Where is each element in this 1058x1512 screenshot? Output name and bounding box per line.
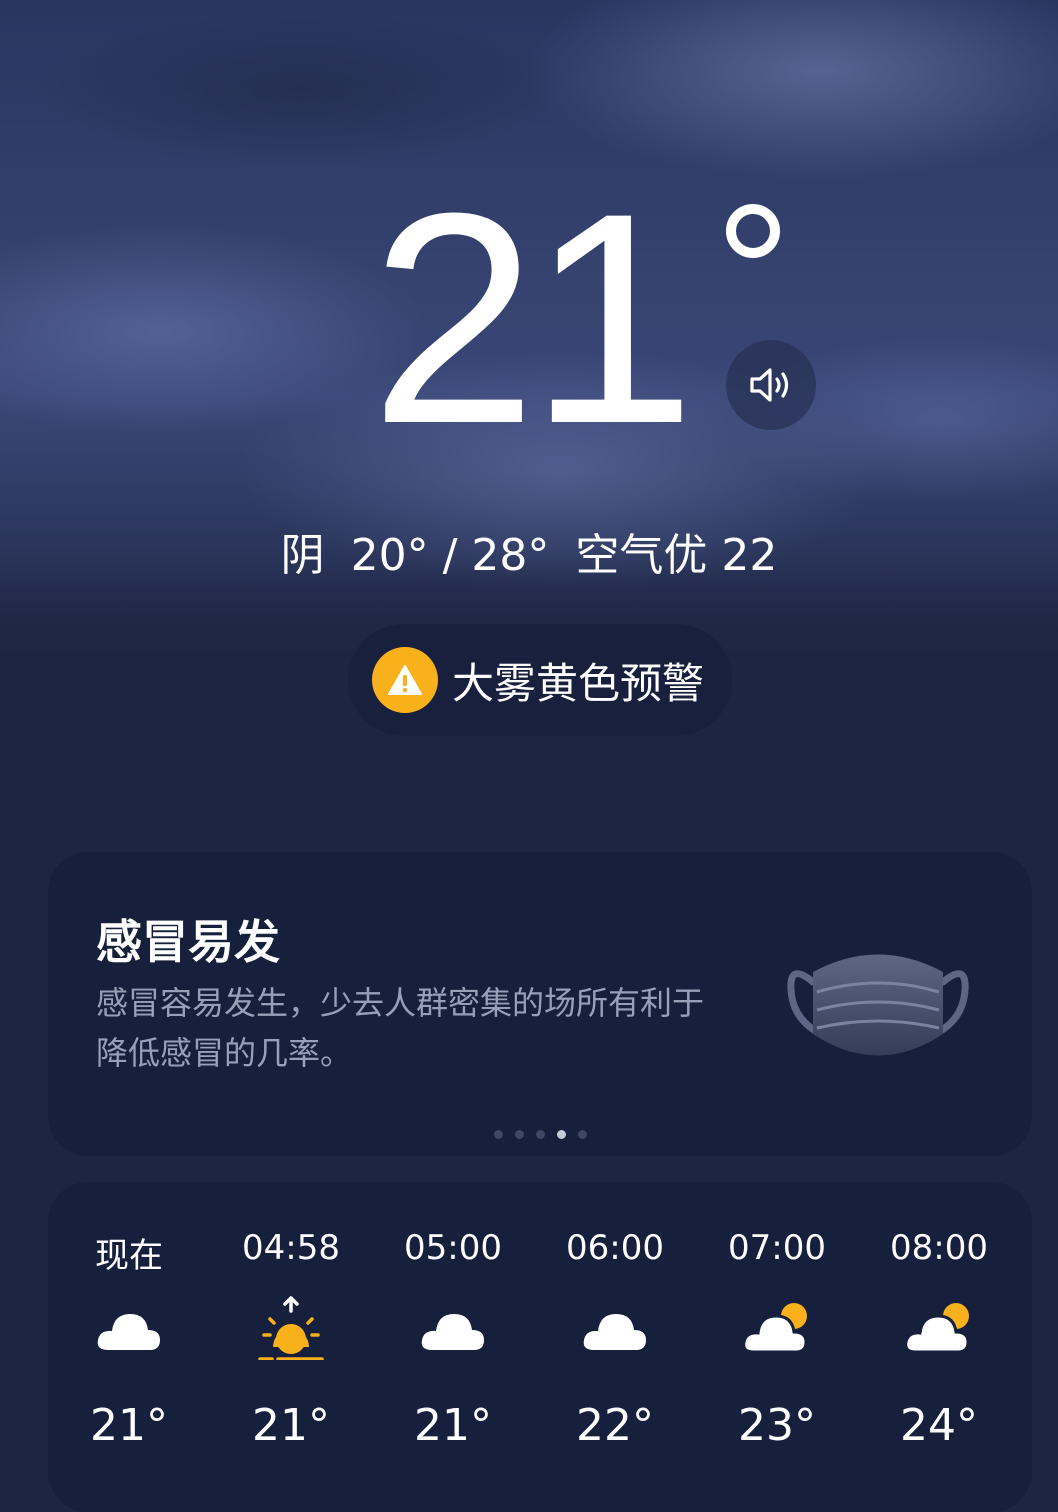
hour-time: 05:00 <box>404 1228 502 1268</box>
face-mask-icon <box>787 954 969 1056</box>
hourly-item: 现在 21° <box>48 1182 210 1512</box>
hour-temperature: 21° <box>414 1400 492 1451</box>
carousel-dot-active <box>556 1130 566 1139</box>
tip-title: 感冒易发 <box>96 915 280 969</box>
carousel-dot <box>493 1130 503 1139</box>
alert-text: 大雾黄色预警 <box>452 658 705 708</box>
hour-time: 06:00 <box>566 1228 664 1268</box>
hourly-item: 07:00 23° <box>696 1182 858 1512</box>
carousel-dot <box>514 1130 524 1139</box>
hourly-item: 04:58 21° <box>210 1182 372 1512</box>
cloud-icon <box>421 1314 484 1350</box>
air-quality[interactable]: 空气优 22 <box>575 530 777 581</box>
tip-description: 感冒容易发生，少去人群密集的场所有利于降低感冒的几率。 <box>96 984 705 1072</box>
hour-time: 现在 <box>95 1236 163 1276</box>
weather-summary: 阴 20° / 28° 空气优 22 <box>0 528 1058 584</box>
hourly-item: 08:00 24° <box>858 1182 1020 1512</box>
hour-temperature: 21° <box>90 1400 168 1451</box>
health-tip-card[interactable]: 感冒易发 感冒容易发生，少去人群密集的场所有利于降低感冒的几率。 <box>48 852 1032 1156</box>
sunrise-icon <box>258 1296 324 1360</box>
voice-broadcast-button[interactable] <box>726 340 816 430</box>
carousel-indicator <box>48 1130 1032 1139</box>
cloud-icon <box>97 1314 160 1350</box>
hourly-item: 05:00 21° <box>372 1182 534 1512</box>
condition-text: 阴 <box>280 530 325 581</box>
cloud-icon <box>583 1314 646 1350</box>
partly-cloudy-icon <box>742 1303 808 1354</box>
hour-time: 08:00 <box>890 1228 988 1268</box>
hour-temperature: 22° <box>576 1400 654 1451</box>
carousel-dot <box>535 1130 545 1139</box>
current-temperature: 21 <box>370 150 696 486</box>
hour-temperature: 24° <box>900 1400 978 1451</box>
hour-time: 07:00 <box>728 1228 826 1268</box>
partly-cloudy-icon <box>904 1303 970 1354</box>
speaker-icon <box>750 368 789 402</box>
hourly-item: 06:00 22° <box>534 1182 696 1512</box>
carousel-dot <box>577 1130 587 1139</box>
degree-symbol <box>726 204 780 258</box>
weather-alert-pill[interactable]: 大雾黄色预警 <box>348 624 732 736</box>
hour-temperature: 23° <box>738 1400 816 1451</box>
hour-temperature: 21° <box>252 1400 330 1451</box>
hourly-forecast-card[interactable]: 现在 21° 04:58 21° 05:00 21° 06:00 22° 07:… <box>48 1182 1032 1512</box>
warning-icon <box>372 647 438 713</box>
hour-time: 04:58 <box>242 1228 340 1268</box>
temperature-range: 20° / 28° <box>350 530 550 581</box>
